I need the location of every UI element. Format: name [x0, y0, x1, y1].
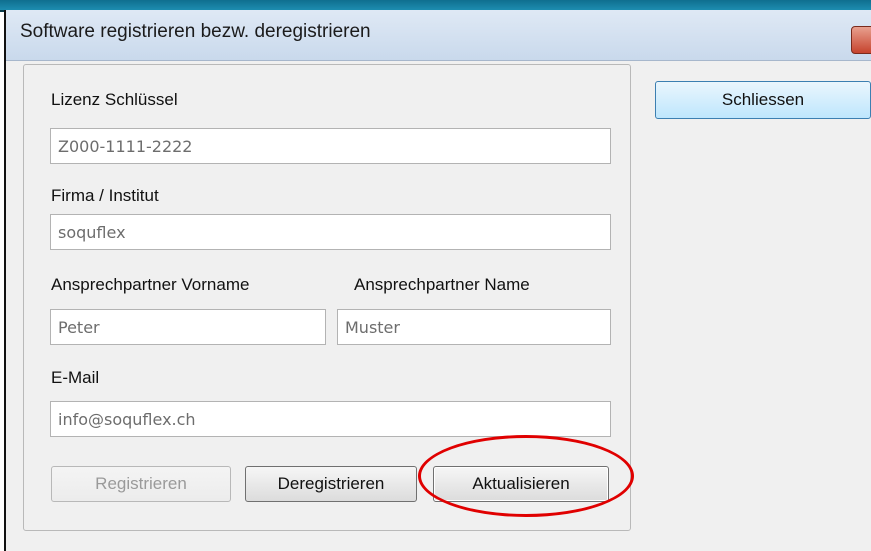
company-label: Firma / Institut — [51, 186, 159, 205]
title-bar[interactable]: Software registrieren bezw. deregistrier… — [6, 10, 871, 61]
lastname-field[interactable]: Muster — [337, 309, 611, 345]
close-button[interactable]: Schliessen — [655, 81, 871, 119]
lastname-label: Ansprechpartner Name — [354, 275, 530, 294]
firstname-field[interactable]: Peter — [50, 309, 326, 345]
firstname-label: Ansprechpartner Vorname — [51, 275, 250, 294]
license-key-label: Lizenz Schlüssel — [51, 90, 178, 109]
email-field[interactable]: info@soquflex.ch — [50, 401, 611, 437]
company-field[interactable]: soquflex — [50, 214, 611, 250]
update-button[interactable]: Aktualisieren — [433, 466, 609, 502]
deregister-button[interactable]: Deregistrieren — [245, 466, 417, 502]
window-close-button[interactable] — [851, 26, 871, 54]
window-title: Software registrieren bezw. deregistrier… — [20, 21, 371, 42]
email-label: E-Mail — [51, 368, 100, 387]
license-key-field[interactable]: Z000-1111-2222 — [50, 128, 611, 164]
register-button[interactable]: Registrieren — [51, 466, 231, 502]
